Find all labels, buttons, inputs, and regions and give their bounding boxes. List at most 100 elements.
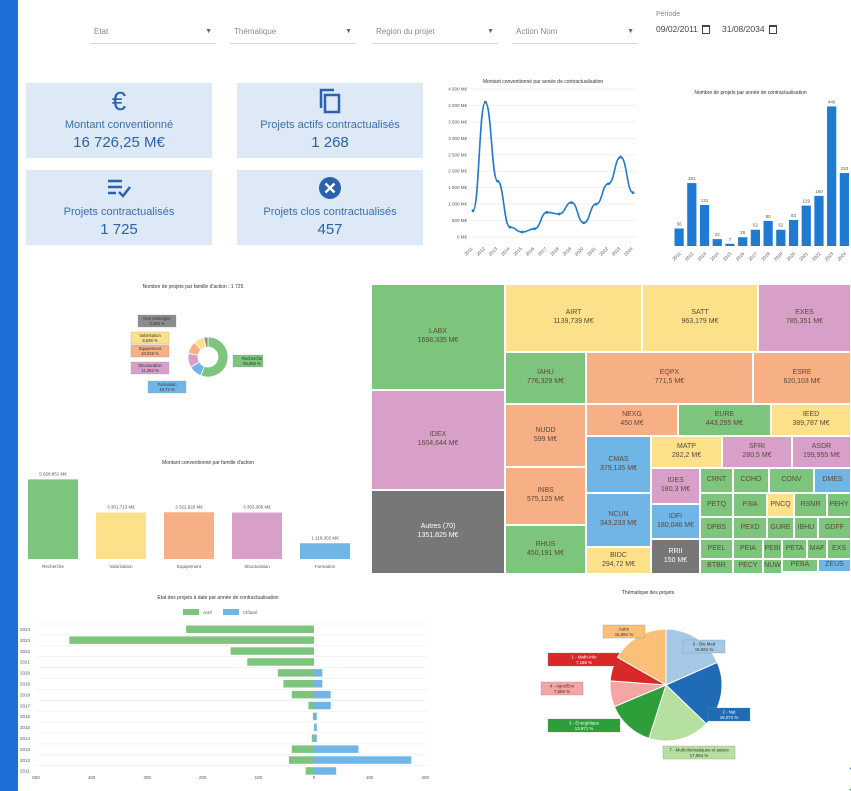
- treemap-cell[interactable]: EXTR: [818, 572, 851, 574]
- bar-actif: [69, 636, 314, 644]
- treemap-cell[interactable]: PNCQ: [767, 493, 794, 517]
- treemap-cell[interactable]: CRNT: [700, 468, 733, 493]
- treemap-cell[interactable]: SATT 963,179 M€: [642, 284, 758, 352]
- region-filter-label: Region du projet: [376, 27, 435, 36]
- treemap-cell-name: PETQ: [706, 500, 727, 508]
- treemap-cell-name: LABX: [429, 328, 447, 336]
- data-point: [594, 202, 598, 206]
- treemap-cell[interactable]: ASDR 199,955 M€: [792, 436, 851, 468]
- treemap-cell[interactable]: GURE: [767, 517, 794, 539]
- treemap-cell[interactable]: EXS: [827, 539, 851, 559]
- treemap-cell[interactable]: NUW: [763, 559, 782, 574]
- chevron-down-icon: ▼: [345, 28, 352, 35]
- treemap-cell[interactable]: IAHU 776,329 M€: [505, 352, 586, 404]
- treemap-cell[interactable]: PEXD: [733, 517, 767, 539]
- treemap-cell[interactable]: Autres (70) 1351,825 M€: [371, 490, 505, 574]
- treemap-cell[interactable]: ESRE 620,103 M€: [753, 352, 851, 404]
- treemap-cell-name: DMES: [822, 476, 843, 484]
- bar-value-label: 160: [815, 189, 823, 194]
- y-tick-label: 2 000 M€: [448, 169, 467, 174]
- treemap-cell-name: CRNT: [706, 476, 727, 484]
- bar-actif: [230, 647, 314, 655]
- data-point: [483, 100, 487, 104]
- bar: [96, 512, 146, 559]
- treemap-cell[interactable]: NCUN 343,233 M€: [586, 493, 651, 547]
- kpi-value: 1 268: [311, 134, 349, 151]
- treemap-cell[interactable]: PETQ: [700, 493, 733, 517]
- treemap-cell[interactable]: COHO: [733, 468, 769, 493]
- treemap-cell[interactable]: BTBR: [700, 559, 733, 574]
- treemap-cell[interactable]: PETA: [782, 539, 807, 559]
- treemap-cell[interactable]: PEBI: [763, 539, 782, 559]
- treemap-cell[interactable]: AIRT 1139,739 M€: [505, 284, 642, 352]
- treemap-cell[interactable]: IEED 389,787 M€: [771, 404, 851, 436]
- y-tick-label: 2022: [20, 649, 31, 654]
- treemap-cell-name: P3IA: [742, 500, 758, 508]
- treemap-cell[interactable]: GDFF: [818, 517, 851, 539]
- treemap-cell[interactable]: IDFI 180,046 M€: [651, 504, 700, 539]
- treemap-cell[interactable]: RSNR: [794, 493, 827, 517]
- region-filter[interactable]: Region du projet ▼: [372, 20, 498, 44]
- treemap-cell[interactable]: RHUS 450,191 M€: [505, 525, 586, 574]
- treemap-cell[interactable]: PEEL: [700, 539, 733, 559]
- y-tick-label: 2023: [20, 638, 31, 643]
- treemap-cell[interactable]: NEXG 450 M€: [586, 404, 678, 436]
- etat-filter-label: Etat: [94, 27, 109, 36]
- treemap-cell[interactable]: DPBS: [700, 517, 733, 539]
- etat-filter[interactable]: Etat ▼: [90, 20, 216, 44]
- treemap-cell[interactable]: LABX 1698,335 M€: [371, 284, 505, 390]
- kpi-label: Projets clos contractualisés: [263, 206, 397, 218]
- treemap-cell[interactable]: PEBA: [782, 559, 818, 572]
- treemap-cell[interactable]: NUDD 599 M€: [505, 404, 586, 467]
- treemap-cell[interactable]: P3IA: [733, 493, 767, 517]
- treemap-cell[interactable]: MATP 282,2 M€: [651, 436, 722, 468]
- thematique-filter[interactable]: Thématique ▼: [230, 20, 356, 44]
- x-tick-label: Structuration: [244, 564, 270, 569]
- treemap-cell-value: 1351,825 M€: [417, 532, 459, 539]
- treemap-cell[interactable]: EXES 785,351 M€: [758, 284, 851, 352]
- treemap-cell[interactable]: IDEX 1604,644 M€: [371, 390, 505, 490]
- x-tick-label: Equipement: [177, 564, 202, 569]
- bar: [827, 106, 837, 247]
- treemap-cell[interactable]: PEIA: [733, 539, 763, 559]
- treemap-cell[interactable]: CMAS 379,135 M€: [586, 436, 651, 493]
- treemap-cell[interactable]: PEHY: [827, 493, 851, 517]
- x-tick-label: 2012: [684, 251, 695, 262]
- treemap-cell[interactable]: EQPX 771,5 M€: [586, 352, 753, 404]
- data-point: [545, 210, 549, 214]
- treemap-cell[interactable]: CHBS: [782, 572, 818, 574]
- treemap-cell[interactable]: EURE 443,255 M€: [678, 404, 771, 436]
- treemap-cell[interactable]: INBS 575,125 M€: [505, 467, 586, 525]
- date-start-input[interactable]: 09/02/2011: [656, 24, 710, 35]
- treemap-cell[interactable]: PECY: [733, 559, 763, 574]
- pie-label-pct: 16,991 %: [615, 632, 634, 637]
- donut-label-pct: 10,029 %: [141, 351, 159, 356]
- treemap-cell[interactable]: IBHU: [794, 517, 818, 539]
- treemap-cell[interactable]: SFRI 280,5 M€: [722, 436, 792, 468]
- treemap-cell-name: NEXG: [622, 411, 642, 419]
- treemap-cell[interactable]: IDES 180,3 M€: [651, 468, 700, 504]
- treemap-cell[interactable]: BIDC 294,72 M€: [586, 547, 651, 574]
- treemap-cell[interactable]: RRII 150 M€: [651, 539, 700, 574]
- date-end-input[interactable]: 31/08/2034: [722, 24, 777, 35]
- x-tick-label: 2013: [488, 246, 499, 257]
- kpi-value: 16 726,25 M€: [73, 134, 165, 151]
- treemap-cell-value: 785,351 M€: [786, 318, 823, 325]
- treemap-cell-value: 776,329 M€: [527, 378, 564, 385]
- treemap-cell-name: IAHU: [537, 369, 554, 377]
- treemap-cell[interactable]: DMES: [814, 468, 851, 493]
- treemap-cell-name: EQPX: [659, 369, 680, 377]
- x-tick-label: 2012: [475, 246, 486, 257]
- data-point: [471, 209, 475, 213]
- treemap-cell[interactable]: ZEUS: [818, 559, 851, 572]
- treemap-cell-value: 379,135 M€: [600, 464, 637, 472]
- treemap-cell-name: EXTR: [825, 572, 844, 574]
- bar-value-label: 83: [791, 213, 797, 218]
- treemap-cell-name: IDES: [667, 477, 684, 485]
- bar: [763, 220, 773, 246]
- treemap-cell[interactable]: CONV: [769, 468, 814, 493]
- action-filter[interactable]: Action Nom ▼: [512, 20, 638, 44]
- bar-value-label: 201: [688, 176, 696, 181]
- treemap-cell[interactable]: MAF: [807, 539, 827, 559]
- bar-value-label: 3 301,713 M€: [107, 505, 135, 510]
